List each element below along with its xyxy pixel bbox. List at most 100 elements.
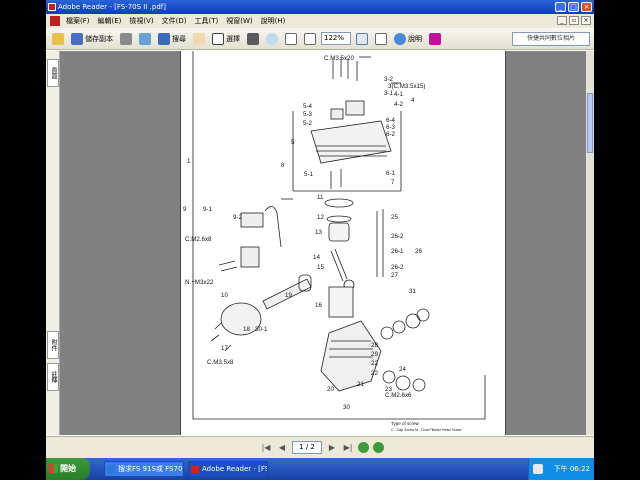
page-number-field[interactable]: 1 / 2 (292, 441, 322, 454)
diagram-label: 20 (327, 386, 334, 393)
tab-pages[interactable]: 頁面 (47, 59, 59, 87)
diagram-label: 12 (317, 214, 324, 221)
diagram-label: 3-1 (384, 90, 394, 97)
diagram-label: 6-3 (386, 124, 396, 131)
diagram-label: 31 (409, 288, 416, 295)
document-area[interactable]: C.M3.5x20 3(C.M3.5x15) 3-2 3-1 4-1 4 4-2… (60, 51, 586, 435)
start-button[interactable]: 開始 (46, 458, 90, 480)
toolbar: 儲存副本 搜尋 選擇 122% 說明 快捷共同數位相片 (46, 28, 594, 50)
taskbar-item-browser[interactable]: 搜求FS 91S或 FS70... (104, 461, 184, 477)
email-icon (139, 32, 151, 45)
vertical-scrollbar[interactable] (586, 51, 594, 435)
diagram-label: 3-2 (384, 76, 394, 83)
diagram-label: 25 (391, 214, 398, 221)
printer-icon (120, 32, 132, 45)
navigation-panel: 頁面 附件 註釋 (46, 51, 60, 435)
diagram-label: 30 (343, 404, 350, 411)
save-copy-button[interactable]: 儲存副本 (69, 30, 115, 48)
previous-page-button[interactable]: ◀ (276, 442, 288, 454)
doc-minimize-button[interactable]: _ (557, 16, 567, 25)
help-button[interactable]: 說明 (392, 30, 424, 48)
help-icon (394, 32, 406, 45)
adobe-reader-icon (48, 3, 56, 11)
fit-page-button[interactable] (283, 30, 299, 48)
diagram-label: 11 (317, 194, 324, 201)
rotate-button[interactable] (373, 30, 389, 48)
next-page-button[interactable]: ▶ (326, 442, 338, 454)
taskbar-item-adobe-reader[interactable]: Adobe Reader - [FS-7... (188, 461, 268, 477)
diagram-label: C.M2.6x8 (185, 236, 212, 243)
print-button[interactable] (118, 30, 134, 48)
menu-help[interactable]: 說明(H) (257, 14, 290, 28)
diagram-label: 24 (399, 366, 406, 373)
hand-tool-button[interactable] (191, 30, 207, 48)
plus-icon (356, 32, 368, 45)
zoom-level-field[interactable]: 122% (321, 32, 351, 45)
screw-legend-line: C...Cap Screw M...Oval Fillister Head Sc… (391, 428, 462, 432)
email-button[interactable] (137, 30, 153, 48)
binoculars-icon (158, 32, 170, 45)
zoom-icon (266, 32, 278, 45)
diagram-label: 7 (391, 179, 395, 186)
zoom-in-button[interactable] (354, 30, 370, 48)
menu-bar: 檔案(F) 編輯(E) 檢視(V) 文件(D) 工具(T) 視窗(W) 說明(H… (46, 14, 594, 28)
select-tool-button[interactable]: 選擇 (210, 30, 242, 48)
diagram-label: 19 (285, 292, 292, 299)
fit-page-icon (285, 32, 297, 45)
diagram-label: C.M3.5x20 (324, 55, 354, 62)
snapshot-button[interactable] (245, 30, 261, 48)
diagram-label: 22 (371, 370, 378, 377)
doc-restore-button[interactable]: ▫ (569, 16, 579, 25)
diagram-label: 4-2 (394, 101, 404, 108)
menu-view[interactable]: 檢視(V) (125, 14, 157, 28)
diagram-label: 21 (357, 381, 364, 388)
menu-file[interactable]: 檔案(F) (62, 14, 94, 28)
hand-icon (193, 32, 205, 45)
find-field[interactable]: 快捷共同數位相片 (512, 32, 590, 46)
diagram-label: 9 (183, 206, 187, 213)
text-cursor-icon (212, 32, 224, 45)
menu-tools[interactable]: 工具(T) (191, 14, 223, 28)
maximize-button[interactable]: □ (568, 2, 579, 12)
menu-window[interactable]: 視窗(W) (222, 14, 256, 28)
diagram-label: 17 (221, 345, 228, 352)
diagram-label: 14 (313, 254, 320, 261)
tab-attachments[interactable]: 附件 (47, 331, 59, 359)
adobe-reader-icon (191, 465, 199, 473)
fit-width-button[interactable] (302, 30, 318, 48)
diagram-label: 5-4 (303, 103, 313, 110)
go-back-icon[interactable] (358, 442, 369, 453)
camera-icon (247, 32, 259, 45)
menu-edit[interactable]: 編輯(E) (94, 14, 126, 28)
part-labels: C.M3.5x20 3(C.M3.5x15) 3-2 3-1 4-1 4 4-2… (183, 55, 462, 432)
diagram-label: 15 (317, 264, 324, 271)
diagram-label: 29 (371, 351, 378, 358)
rotate-icon (375, 32, 387, 45)
diagram-label: N.+M3x22 (185, 279, 214, 286)
network-icon[interactable] (533, 464, 543, 474)
first-page-button[interactable]: |◀ (260, 442, 272, 454)
zoom-tool-button[interactable] (264, 30, 280, 48)
last-page-button[interactable]: ▶| (342, 442, 354, 454)
go-forward-icon[interactable] (373, 442, 384, 453)
menu-document[interactable]: 文件(D) (158, 14, 191, 28)
scrollbar-thumb[interactable] (587, 93, 593, 153)
diagram-label: 16 (315, 302, 322, 309)
minimize-button[interactable]: _ (555, 2, 566, 12)
diagram-label: 9-1 (203, 206, 213, 213)
close-button[interactable]: × (581, 2, 592, 12)
screw-legend-title: Type of screw (391, 421, 420, 426)
search-button[interactable]: 搜尋 (156, 30, 188, 48)
open-button[interactable] (50, 30, 66, 48)
taskbar: 開始 搜求FS 91S或 FS70... Adobe Reader - [FS-… (46, 458, 594, 480)
title-bar: Adobe Reader - [FS-70S II .pdf] _ □ × (46, 0, 594, 14)
tab-comments[interactable]: 註釋 (47, 363, 59, 391)
yahoo-button[interactable] (427, 30, 443, 48)
diagram-label: 6-1 (386, 170, 396, 177)
diagram-label: 4-1 (394, 91, 404, 98)
pdf-page: C.M3.5x20 3(C.M3.5x15) 3-2 3-1 4-1 4 4-2… (180, 51, 506, 435)
diagram-label: 5-2 (303, 120, 313, 127)
diagram-label: 6-4 (386, 117, 396, 124)
diagram-label: 3(C.M3.5x15) (388, 83, 425, 90)
doc-close-button[interactable]: × (581, 16, 591, 25)
